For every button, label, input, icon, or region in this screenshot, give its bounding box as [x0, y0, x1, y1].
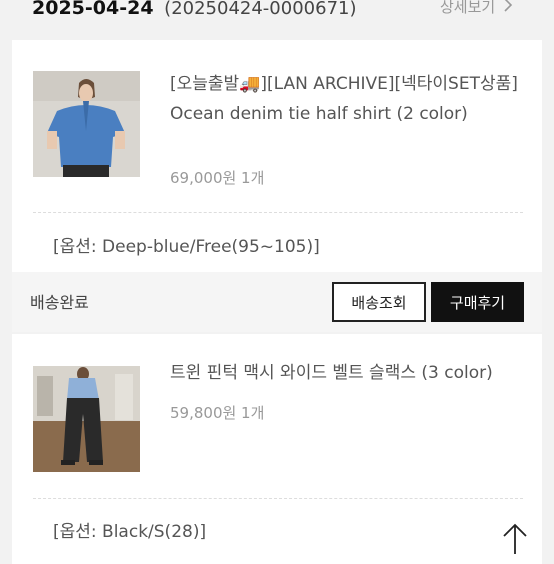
order-detail-link[interactable]: 상세보기 [440, 0, 513, 17]
order-date: 2025-04-24 (20250424-0000671) [32, 0, 357, 19]
product-price-qty: 59,800원 1개 [170, 404, 265, 422]
product-option: [옵션: Black/S(28)] [53, 522, 207, 542]
order-header: 2025-04-24 (20250424-0000671) 상세보기 [0, 0, 554, 34]
arrow-up-icon[interactable] [500, 521, 530, 554]
product-option: [옵션: Deep-blue/Free(95~105)] [53, 237, 320, 257]
product-name[interactable]: [오늘출발🚚][LAN ARCHIVE][넥타이SET상품] Ocean den… [170, 69, 535, 129]
order-date-text: 2025-04-24 [32, 0, 154, 19]
product-image[interactable] [33, 366, 140, 472]
order-detail-label: 상세보기 [440, 0, 496, 16]
product-image[interactable] [33, 71, 140, 177]
order-number: (20250424-0000671) [164, 0, 357, 19]
divider [33, 498, 523, 499]
track-delivery-button[interactable]: 배송조회 [332, 282, 426, 322]
chevron-right-icon [503, 0, 513, 16]
delivery-status: 배송완료 [30, 293, 89, 312]
product-price-qty: 69,000원 1개 [170, 169, 265, 187]
write-review-button[interactable]: 구매후기 [431, 282, 524, 322]
product-name[interactable]: 트윈 핀턱 맥시 와이드 벨트 슬랙스 (3 color) [170, 358, 535, 388]
order-item-card: [오늘출발🚚][LAN ARCHIVE][넥타이SET상품] Ocean den… [12, 40, 542, 332]
order-item-card: 트윈 핀턱 맥시 와이드 벨트 슬랙스 (3 color) 59,800원 1개… [12, 334, 542, 564]
divider [33, 212, 523, 213]
delivery-status-bar: 배송완료 배송조회 구매후기 [12, 272, 542, 332]
